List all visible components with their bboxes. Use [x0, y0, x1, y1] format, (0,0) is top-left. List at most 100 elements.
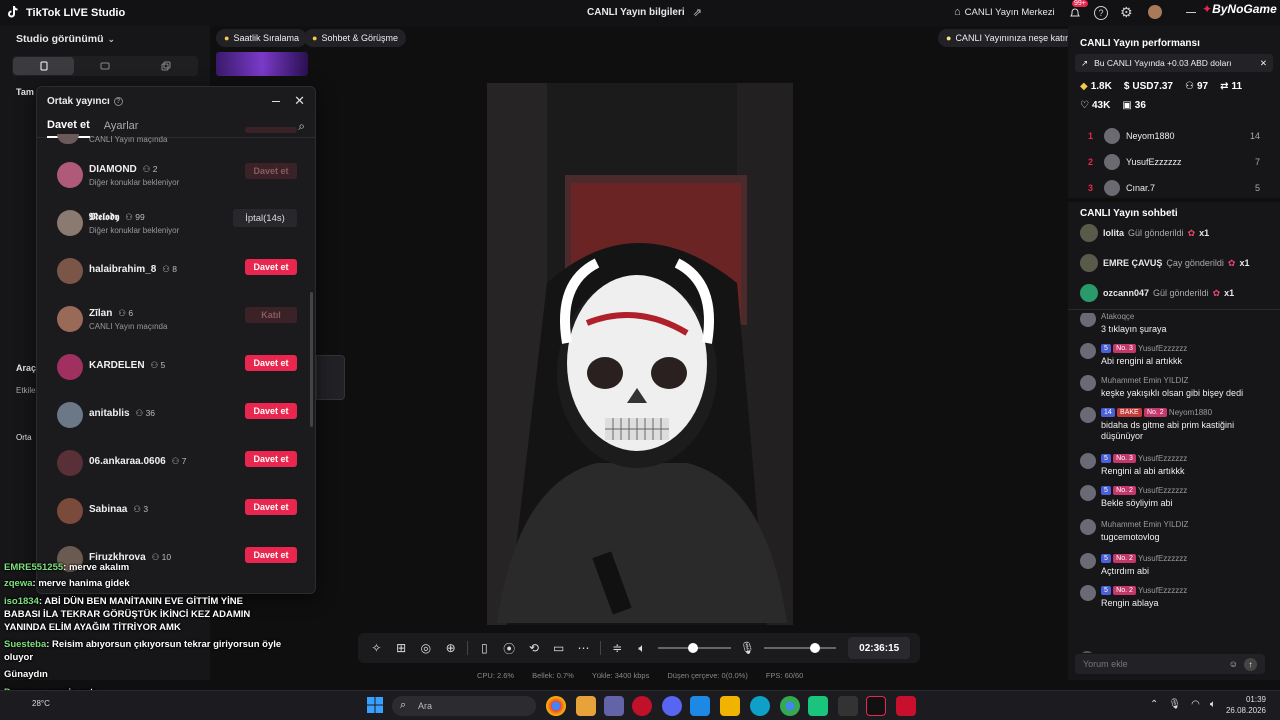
list-item: Sabinaa ⚇ 3 Davet et [57, 491, 297, 531]
live-timer: 02:36:15 [848, 637, 910, 659]
chat-message[interactable]: 5 No. 3 YusufEzzzzzz Abi rengini al artık… [1080, 343, 1268, 377]
minimize-panel-button[interactable] [272, 100, 281, 102]
info-icon[interactable]: ? [113, 96, 123, 106]
app-icon[interactable] [896, 696, 916, 716]
mic-knob[interactable] [809, 643, 820, 653]
hourly-rank-chip[interactable]: ● Saatlik Sıralama [216, 29, 307, 47]
magic-wand-icon[interactable]: ✧ [368, 639, 385, 657]
chrome-icon[interactable] [546, 696, 566, 716]
windows-start-icon[interactable] [366, 696, 386, 716]
invite-button[interactable] [245, 127, 297, 133]
taskbar-search[interactable]: ⌕ Ara [392, 696, 536, 716]
brand-label: ByNoGame [1212, 2, 1277, 16]
comment-input[interactable]: Yorum ekle ☺ ↑ [1075, 654, 1265, 674]
close-icon[interactable]: ✕ [294, 93, 305, 109]
screen-add-icon[interactable]: ⊕ [442, 639, 459, 657]
more-icon[interactable]: ⋯ [575, 639, 592, 657]
volume-icon[interactable]: 🔈︎ [1210, 699, 1216, 710]
share-icon[interactable]: ⇗ [693, 6, 702, 19]
folder-icon[interactable] [576, 696, 596, 716]
brand-watermark: ✦ ByNoGame [1202, 2, 1277, 16]
landscape-layout-button[interactable] [74, 57, 135, 75]
help-icon[interactable]: ? [1094, 6, 1108, 20]
mic-slider[interactable] [763, 643, 837, 653]
emoji-icon[interactable]: ☺ [1229, 659, 1238, 669]
minimize-button[interactable] [1186, 12, 1196, 13]
chat-message[interactable]: 14 BAKE No. 2 Neyom1880 bidaha ds gitme a… [1080, 407, 1268, 441]
promo-banner[interactable] [216, 52, 308, 76]
overlay-chat-line: YANINDA ELİM AYAĞIM TİTRİYOR AMK [4, 622, 181, 633]
add-fun-chip[interactable]: ● CANLI Yayınınıza neşe katın [938, 29, 1079, 47]
microphone-icon[interactable]: 🎙︎ [739, 639, 756, 657]
live-center-link[interactable]: ⌂ CANLI Yayın Merkezi [954, 6, 1055, 18]
clock[interactable]: 01:39 26.08.2026 [1220, 694, 1266, 716]
speaker-icon[interactable]: 🔈︎ [634, 639, 651, 657]
phone-icon[interactable]: ▯ [476, 639, 493, 657]
ranking-row[interactable]: 2 YusufEzzzzzz 7 [1088, 149, 1260, 175]
overlay-chat-line: Suesteba: Reisim abıyorsun çıkıyorsun te… [4, 639, 281, 650]
chat-meet-chip[interactable]: ● Sohbet & Görüşme [304, 29, 406, 47]
wifi-icon[interactable]: ◠ [1191, 699, 1200, 710]
opera-icon[interactable] [632, 696, 652, 716]
gift-row: ozcann047 Gül gönderildi ✿ x1 [1080, 278, 1270, 308]
volume-slider[interactable] [658, 643, 731, 653]
microphone-icon[interactable]: 🎙︎ [1168, 699, 1181, 710]
invite-button[interactable]: Davet et [245, 355, 297, 371]
chat-message[interactable]: Muhammet Emin YILDIZ keşke yakışıklı olsa… [1080, 375, 1268, 409]
search-icon[interactable]: ⌕ [298, 119, 305, 134]
invite-button[interactable]: Davet et [245, 403, 297, 419]
chevron-down-icon: ⌄ [107, 33, 116, 44]
invite-button[interactable]: Davet et [245, 259, 297, 275]
live-info-title: CANLI Yayın bilgileri [587, 7, 685, 18]
teams-icon[interactable] [604, 696, 624, 716]
invite-button[interactable]: Davet et [245, 547, 297, 563]
edge-icon[interactable] [750, 696, 770, 716]
close-icon[interactable]: ✕ [1260, 58, 1267, 69]
record-icon[interactable]: ⦿ [501, 639, 518, 657]
volume-knob[interactable] [688, 643, 699, 653]
weather-widget[interactable]: 28°C [32, 699, 50, 708]
bell-icon[interactable]: 99+ [1068, 0, 1088, 23]
add-source-icon[interactable]: ⊞ [393, 639, 410, 657]
live-info-header[interactable]: CANLI Yayın bilgileri ⇗ [587, 6, 702, 19]
tiktok-icon[interactable] [866, 696, 886, 716]
cancel-invite-button[interactable]: İptal(14s) [233, 209, 297, 227]
ranking-row[interactable]: 1 Neyom1880 14 [1088, 123, 1260, 149]
send-icon[interactable]: ↑ [1244, 657, 1257, 671]
avatar[interactable] [1148, 5, 1162, 19]
studio-view-dropdown[interactable]: Studio görünümü ⌄ [16, 33, 115, 45]
video-icon[interactable]: ▭ [550, 639, 567, 657]
replay-icon[interactable]: ⟲ [526, 639, 543, 657]
chrome-alt-icon[interactable] [780, 696, 800, 716]
avatar [57, 402, 83, 428]
avatar [1080, 519, 1096, 535]
chat-message[interactable]: Muhammet Emin YILDIZ tugcemotovlog [1080, 519, 1268, 553]
layout-switcher [12, 56, 198, 76]
chat-message[interactable]: 5 No. 2 YusufEzzzzzz Rengin ablaya [1080, 585, 1268, 619]
gear-icon[interactable]: ⚙ [1120, 4, 1133, 21]
chevron-up-icon[interactable]: ⌃ [1150, 699, 1158, 710]
stats-row-2: ♡ 43K ▣ 36 [1080, 100, 1146, 111]
invite-button[interactable]: Davet et [245, 451, 297, 467]
dual-layout-button[interactable] [136, 57, 197, 75]
follower-count-value: 10 [161, 552, 172, 562]
invite-button[interactable]: Davet et [245, 499, 297, 515]
panel-collapse-handle[interactable] [316, 355, 345, 400]
user-badge: 5 [1101, 554, 1111, 563]
store-icon[interactable] [690, 696, 710, 716]
portrait-layout-button[interactable] [13, 57, 75, 75]
chat-message[interactable]: 5 No. 2 YusufEzzzzzz Açtırdım abi [1080, 553, 1268, 587]
explorer-icon[interactable] [720, 696, 740, 716]
mixer-icon[interactable]: ≑ [609, 639, 626, 657]
chat-message[interactable]: 5 No. 2 YusufEzzzzzz Bekle söyliyim abi [1080, 485, 1268, 519]
chat-message[interactable]: 5 No. 3 YusufEzzzzzz Rengini al abi artık… [1080, 453, 1268, 487]
app-icon[interactable] [838, 696, 858, 716]
chat-message[interactable]: Atakoqçe 3 tıklayın şuraya [1080, 313, 1268, 345]
discord-icon[interactable] [662, 696, 682, 716]
scrollbar[interactable] [310, 292, 313, 427]
chat-username: Suesteba [4, 639, 47, 650]
camera-icon[interactable]: ◎ [418, 639, 435, 657]
app-icon[interactable] [808, 696, 828, 716]
invite-button[interactable]: Davet et [245, 163, 297, 179]
join-button[interactable]: Katıl [245, 307, 297, 323]
